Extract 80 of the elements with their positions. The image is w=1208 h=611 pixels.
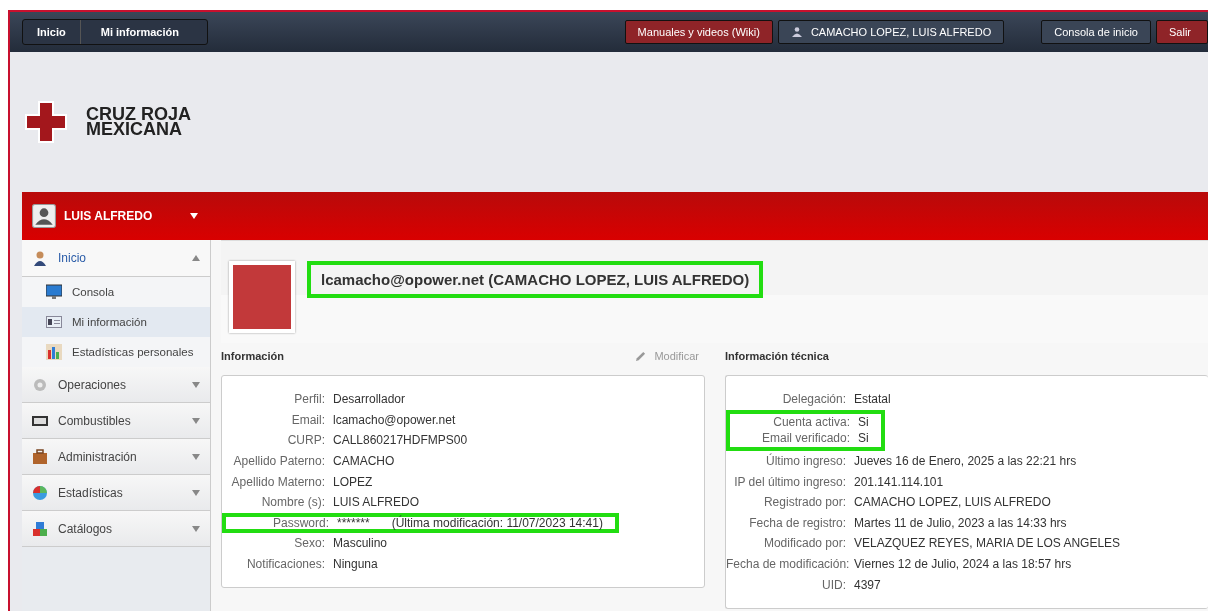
field-label: Fecha de registro: [748,515,847,530]
caret-icon [192,453,200,460]
sidebar-item[interactable]: Estadísticas [22,475,210,511]
gear-icon [32,376,48,393]
sidebar-item[interactable]: Administración [22,439,210,475]
field-value: Jueves 16 de Enero, 2025 a las 22:21 hrs [854,454,1077,469]
field-label: Registrado por: [762,495,847,510]
field-value: Estatal [854,392,891,407]
briefcase-icon [32,448,48,465]
user-button[interactable]: CAMACHO LOPEZ, LUIS ALFREDO [777,20,1005,44]
field-label: Delegación: [781,392,847,407]
section-title: Información [221,350,284,362]
breadcrumb-link[interactable]: Inicio [23,20,80,44]
manuals-button[interactable]: Manuales y videos (Wiki) [624,20,773,44]
logo-text: CRUZ ROJA [86,107,191,122]
submenu-item[interactable]: Estadísticas personales [22,337,210,367]
caret-icon [192,489,200,496]
id-card-icon [46,314,62,330]
field-label: Email: [290,412,326,427]
field-value: Martes 11 de Julio, 2023 a las 14:33 hrs [854,515,1067,530]
person-icon [32,250,48,266]
field-note: (Última modificación: 11/07/2023 14:41) [391,515,603,530]
field-label: Cuenta activa: [772,414,851,429]
sidebar-item[interactable]: Operaciones [22,367,210,403]
field-label: CURP: [286,433,326,448]
field-value: Masculino [333,536,388,551]
photo-placeholder [229,261,295,333]
caret-icon [192,381,200,388]
field-value: CAMACHO [333,454,395,469]
breadcrumb-link[interactable]: Mi información [79,20,207,44]
caret-icon [192,255,200,261]
field-label: Fecha de modificación: [726,557,851,572]
field-value: LUIS ALFREDO [333,495,420,510]
field-label: Sexo: [293,536,326,551]
logo-text: MEXICANA [86,122,182,137]
user-menu[interactable]: LUIS ALFREDO [22,192,210,240]
field-value: Si [858,431,869,446]
field-value: 201.141.114.101 [854,474,944,489]
pie-chart-icon [32,484,48,501]
field-value: LOPEZ [333,474,373,489]
field-value: Viernes 12 de Julio, 2024 a las 18:57 hrs [854,557,1072,572]
field-label: Password: [271,515,330,530]
field-value: VELAZQUEZ REYES, MARIA DE LOS ANGELES [854,536,1121,551]
cross-logo-icon [24,100,68,144]
field-label: Apellido Materno: [230,474,326,489]
bar-chart-icon [46,344,62,360]
field-label: Notificaciones: [245,557,326,572]
caret-icon [190,213,198,219]
sidebar-item[interactable]: Inicio [22,240,210,277]
field-label: Perfil: [293,392,326,407]
caret-icon [192,417,200,424]
field-label: Email verificado: [760,431,851,446]
field-value: 4397 [854,577,881,592]
sidebar-item[interactable]: Catálogos [22,511,210,547]
sidebar-item[interactable]: Combustibles [22,403,210,439]
section-title: Información técnica [725,350,829,362]
console-button[interactable]: Consola de inicio [1041,20,1151,44]
field-label: IP del último ingreso: [733,474,847,489]
logout-button[interactable]: Salir [1156,20,1208,44]
submenu-item[interactable]: Consola [22,277,210,307]
submenu-item[interactable]: Mi información [22,307,210,337]
profile-title: lcamacho@opower.net (CAMACHO LOPEZ, LUIS ALFREDO) [307,261,764,298]
field-label: Nombre (s): [260,495,326,510]
field-value: Si [858,414,869,429]
field-value: Ninguna [333,557,378,572]
field-value: CALL860217HDFMPS00 [333,433,468,448]
field-label: Último ingreso: [764,454,847,469]
field-value: CAMACHO LOPEZ, LUIS ALFREDO [854,495,1051,510]
field-label: Apellido Paterno: [232,454,326,469]
person-icon [790,26,803,38]
field-value: lcamacho@opower.net [333,412,456,427]
pencil-icon [635,350,647,362]
blocks-icon [32,520,48,537]
field-label: Modificado por: [762,536,847,551]
caret-icon [192,525,200,532]
field-value: ******* [337,515,370,530]
field-label: UID: [821,577,847,592]
monitor-icon [46,284,62,300]
field-value: Desarrollador [333,392,406,407]
avatar-icon [32,204,56,228]
